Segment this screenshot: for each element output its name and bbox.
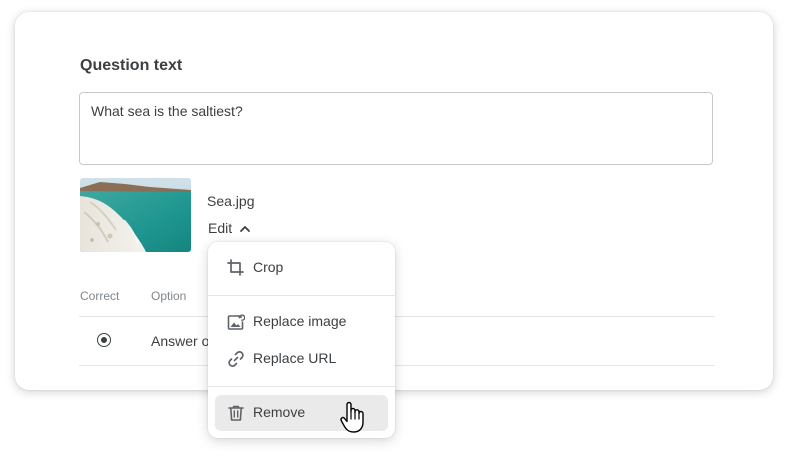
table-row-divider xyxy=(79,365,715,366)
edit-menu-toggle[interactable]: Edit xyxy=(208,220,251,236)
hand-pointer-icon xyxy=(340,401,364,433)
menu-item-label: Crop xyxy=(253,259,284,275)
replace-image-icon xyxy=(227,314,245,330)
menu-divider xyxy=(208,386,395,387)
trash-icon xyxy=(228,405,244,421)
link-icon xyxy=(228,351,244,367)
menu-item-label: Replace image xyxy=(253,313,347,329)
question-text-value: What sea is the saltiest? xyxy=(91,103,243,119)
column-header-correct: Correct xyxy=(80,289,120,303)
menu-divider xyxy=(208,295,395,296)
question-text-field[interactable]: What sea is the saltiest? xyxy=(79,92,713,165)
menu-item-crop[interactable]: Crop xyxy=(208,250,395,286)
answer-option-text[interactable]: Answer o xyxy=(151,333,209,349)
edit-label: Edit xyxy=(208,220,233,236)
chevron-up-icon xyxy=(240,225,251,232)
menu-item-label: Remove xyxy=(253,404,306,420)
crop-icon xyxy=(227,259,244,276)
menu-item-replace-image[interactable]: Replace image xyxy=(208,304,395,340)
edit-dropdown-menu: Crop Replace image Replace URL Remove xyxy=(208,242,395,438)
column-header-option: Option xyxy=(151,289,187,303)
section-title: Question text xyxy=(80,57,183,74)
table-header-divider xyxy=(79,316,715,317)
correct-answer-radio[interactable] xyxy=(97,333,111,347)
menu-item-replace-url[interactable]: Replace URL xyxy=(208,341,395,377)
menu-item-label: Replace URL xyxy=(253,350,337,366)
image-thumbnail xyxy=(80,178,191,252)
file-name: Sea.jpg xyxy=(207,193,255,209)
